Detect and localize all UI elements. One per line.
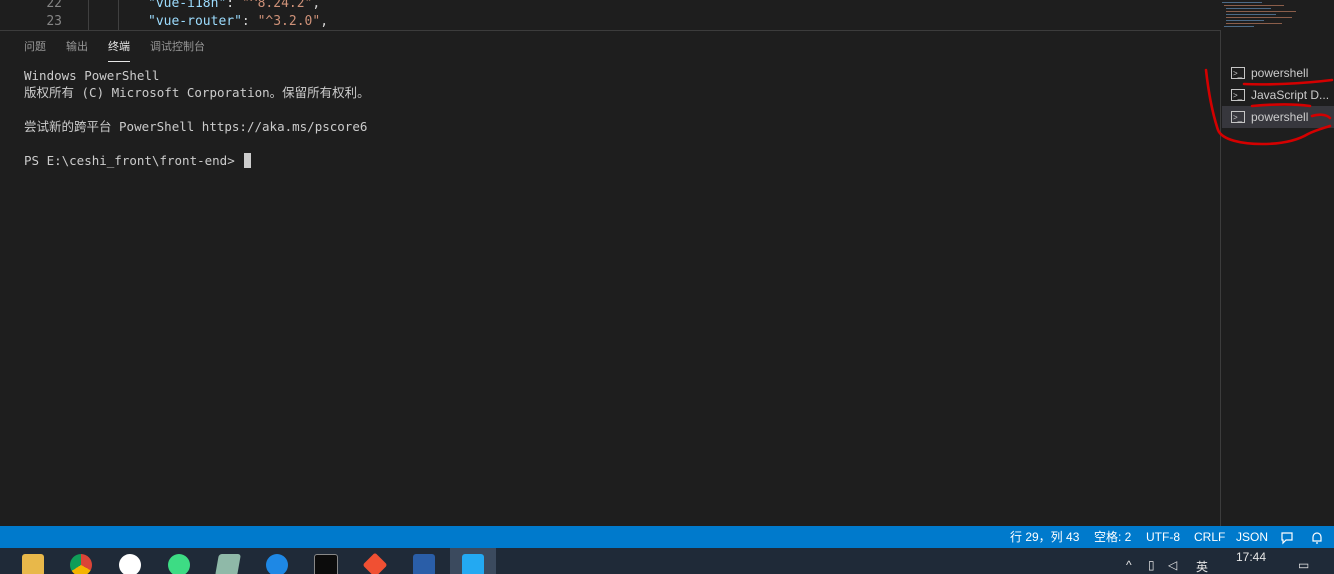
status-bar: 行 29，列 43 空格: 2 UTF-8 CRLF JSON (0, 526, 1334, 548)
file-encoding[interactable]: UTF-8 (1146, 526, 1180, 548)
feishu-icon[interactable] (266, 554, 288, 574)
input-method-indicator[interactable]: 英 (1196, 558, 1208, 574)
cmd-icon[interactable] (314, 554, 338, 574)
tray-chevron-up-icon[interactable]: ^ (1126, 558, 1132, 572)
terminal-line: Windows PowerShell (24, 68, 160, 83)
terminal-name: JavaScript D... (1251, 88, 1330, 102)
json-key: "vue-i18n" (148, 0, 227, 11)
tab-output[interactable]: 输出 (66, 31, 88, 65)
wps-icon[interactable] (119, 554, 141, 574)
terminal-list-item[interactable]: >_ JavaScript D... (1222, 84, 1334, 106)
editor-area[interactable]: 22 "vue-i18n": "^8.24.2", 23 "vue-router… (0, 0, 1334, 30)
json-value: "^3.2.0" (257, 14, 321, 29)
tab-debug-console[interactable]: 调试控制台 (150, 31, 205, 65)
terminal-name: powershell (1251, 110, 1309, 124)
terminal-prompt-line: PS E:\ceshi_front\front-end> (24, 152, 1214, 169)
notes-icon[interactable] (215, 554, 241, 574)
terminal-icon: >_ (1231, 67, 1245, 79)
line-number: 22 (46, 0, 62, 11)
panel-tabs: 问题 输出 终端 调试控制台 (14, 31, 215, 65)
bottom-panel: 问题 输出 终端 调试控制台 + Windows PowerShell版权所有 … (0, 30, 1334, 527)
json-colon: : (241, 14, 258, 29)
network-icon[interactable]: ▯ (1148, 558, 1155, 572)
indent-guide (88, 0, 89, 30)
vscode-icon[interactable] (462, 554, 484, 574)
git-icon[interactable] (362, 552, 388, 574)
bell-icon (1312, 532, 1322, 544)
feedback-icon (1281, 532, 1293, 545)
terminal-line: 尝试新的跨平台 PowerShell https://aka.ms/pscore… (24, 119, 368, 134)
android-studio-icon[interactable] (168, 554, 190, 574)
feedback-button[interactable] (1280, 530, 1294, 545)
clock-time[interactable]: 17:44 (1236, 550, 1266, 564)
terminal-line: 版权所有 (C) Microsoft Corporation。保留所有权利。 (24, 85, 370, 100)
powershell-icon[interactable] (413, 554, 435, 574)
json-colon: : (226, 0, 242, 11)
action-center-icon[interactable]: ▭ (1298, 558, 1309, 572)
end-of-line[interactable]: CRLF (1194, 526, 1225, 548)
terminal-list-item-selected[interactable]: >_ powershell (1222, 106, 1334, 128)
json-value: "^8.24.2" (241, 0, 313, 11)
json-comma: , (320, 14, 329, 29)
language-mode[interactable]: JSON (1236, 526, 1268, 548)
terminal-prompt: PS E:\ceshi_front\front-end> (24, 153, 243, 168)
chrome-icon[interactable] (70, 554, 92, 574)
indentation-setting[interactable]: 空格: 2 (1094, 526, 1131, 548)
panel-left-border (0, 31, 6, 527)
terminal-cursor (244, 153, 252, 168)
tab-problems[interactable]: 问题 (24, 31, 46, 65)
terminal-output[interactable]: Windows PowerShell 版权所有 (C) Microsoft Cor… (24, 67, 1214, 517)
line-number: 23 (46, 14, 62, 29)
volume-icon[interactable]: ◁ (1168, 558, 1177, 572)
json-comma: , (312, 0, 321, 11)
file-explorer-icon[interactable] (22, 554, 44, 574)
minimap[interactable] (1220, 0, 1320, 30)
json-key: "vue-router" (148, 14, 242, 29)
terminal-list: >_ powershell >_ JavaScript D... >_ powe… (1220, 30, 1334, 526)
cursor-position[interactable]: 行 29，列 43 (1010, 526, 1079, 548)
terminal-icon: >_ (1231, 111, 1245, 123)
terminal-list-item[interactable]: >_ powershell (1222, 62, 1334, 84)
windows-taskbar: ^ ▯ ◁ 英 17:44 ▭ (0, 548, 1334, 574)
tab-terminal[interactable]: 终端 (108, 31, 130, 65)
notifications-button[interactable] (1310, 530, 1324, 544)
terminal-name: powershell (1251, 66, 1309, 80)
terminal-icon: >_ (1231, 89, 1245, 101)
indent-guide (118, 0, 119, 30)
